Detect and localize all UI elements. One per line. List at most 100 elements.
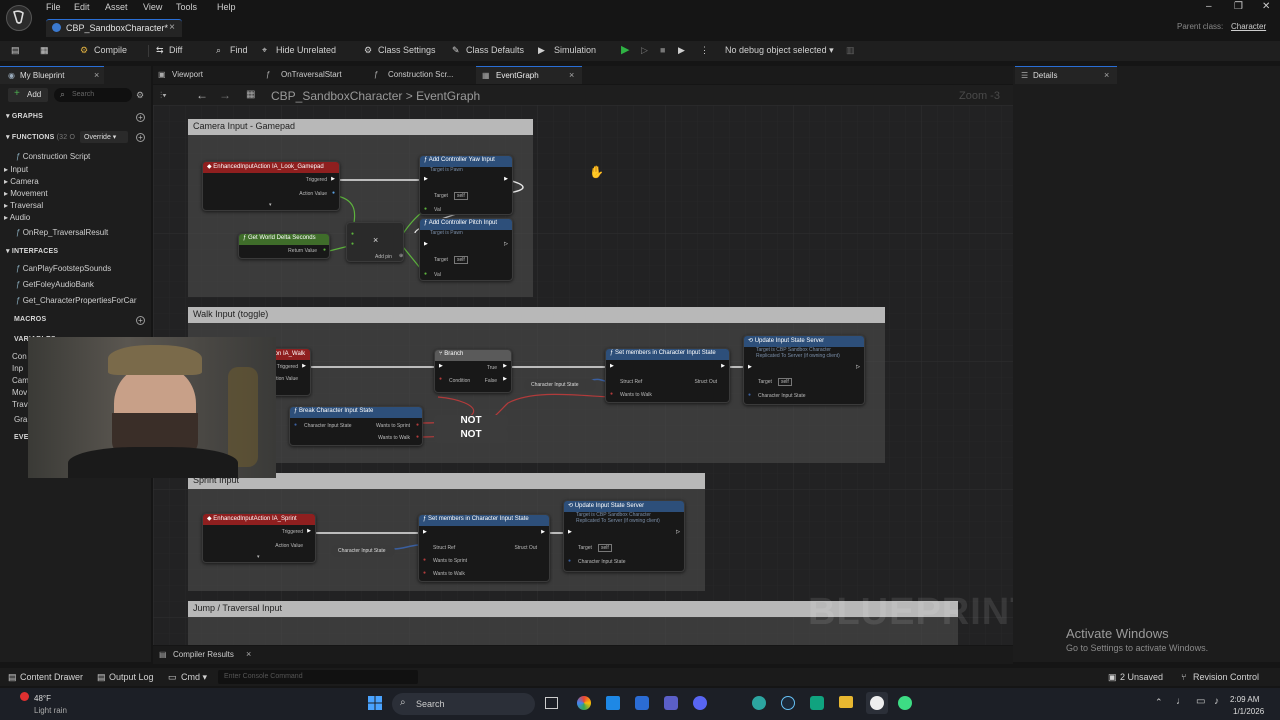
task-view-icon[interactable]: [545, 697, 558, 709]
menu-asset[interactable]: Asset: [103, 2, 130, 12]
store-icon[interactable]: [606, 696, 620, 710]
data-pin-icon[interactable]: ●: [424, 206, 427, 212]
minimize-icon[interactable]: –: [1206, 1, 1212, 12]
simulation-button[interactable]: Simulation: [554, 45, 596, 55]
exec-pin-icon[interactable]: ▶: [423, 529, 427, 535]
category-item[interactable]: ▸ Input: [4, 165, 155, 177]
add-button[interactable]: + Add: [8, 88, 48, 102]
mic-icon[interactable]: ♩: [1176, 696, 1186, 707]
exec-pin-icon[interactable]: ▶: [302, 363, 306, 369]
node-set-members-sprint[interactable]: ƒ Set members in Character Input State ▶…: [418, 514, 550, 582]
document-tab[interactable]: CBP_SandboxCharacter* ×: [46, 19, 182, 37]
node-update-input-state-walk[interactable]: ⟲ Update Input State Server Target is CB…: [743, 335, 865, 405]
unreal-logo-icon[interactable]: [6, 5, 32, 31]
add-macro-icon[interactable]: +: [136, 316, 145, 325]
tab-compiler-results[interactable]: Compiler Results: [173, 650, 234, 659]
expand-chevron-icon[interactable]: ▾: [269, 202, 272, 208]
exec-pin-icon[interactable]: ▶: [503, 363, 507, 369]
file-explorer-icon[interactable]: [839, 696, 853, 708]
class-defaults-button[interactable]: Class Defaults: [466, 45, 524, 55]
exec-pin-icon[interactable]: ▶: [439, 363, 443, 369]
exec-pin-icon[interactable]: ▶: [424, 176, 428, 182]
menu-window[interactable]: Help: [215, 2, 238, 12]
my-blueprint-tab[interactable]: ◉ My Blueprint ×: [0, 66, 104, 84]
diff-button[interactable]: Diff: [169, 45, 182, 55]
close-icon[interactable]: ×: [94, 70, 99, 80]
exec-pin-icon[interactable]: ▶: [748, 364, 752, 370]
chrome-icon[interactable]: [577, 696, 591, 710]
search-input[interactable]: ⌕ Search: [54, 88, 132, 102]
play-icon[interactable]: ▶: [621, 43, 629, 56]
pin-default-value[interactable]: self: [778, 378, 792, 386]
stop-icon[interactable]: ■: [660, 45, 665, 55]
pin-default-value[interactable]: self: [598, 544, 612, 552]
pin-default-value[interactable]: self: [454, 256, 468, 264]
menu-debug[interactable]: Tools: [174, 2, 199, 12]
compile-icon[interactable]: ⚙: [80, 45, 88, 56]
node-set-members-walk[interactable]: ƒ Set members in Character Input State ▶…: [605, 348, 730, 403]
close-icon[interactable]: ×: [169, 22, 175, 33]
exec-pin-icon[interactable]: ▷: [856, 364, 860, 370]
graph-options-icon[interactable]: ⫶▾: [160, 90, 167, 101]
data-pin-icon[interactable]: ●: [351, 231, 354, 237]
network-icon[interactable]: ▭: [1196, 696, 1205, 707]
parent-class-link[interactable]: Character: [1231, 22, 1266, 31]
back-arrow-icon[interactable]: ←: [196, 88, 208, 102]
save-icon[interactable]: ▤: [11, 45, 20, 56]
compile-button[interactable]: Compile: [94, 45, 127, 55]
hide-unrelated-button[interactable]: Hide Unrelated: [276, 45, 336, 55]
obs-icon[interactable]: [898, 696, 912, 710]
exec-pin-icon[interactable]: ▶: [504, 176, 508, 182]
menu-edit[interactable]: Edit: [72, 2, 92, 12]
content-drawer-icon[interactable]: ▤: [8, 672, 17, 683]
menu-view[interactable]: View: [141, 2, 164, 12]
class-settings-icon[interactable]: ⚙: [364, 45, 372, 56]
simulation-icon[interactable]: ▶: [538, 45, 545, 56]
console-command-input[interactable]: Enter Console Command: [218, 670, 418, 684]
discord-icon[interactable]: [693, 696, 707, 710]
bool-pin-icon[interactable]: ●: [439, 376, 442, 382]
tab-on-traversal-start[interactable]: OnTraversalStart: [281, 70, 342, 79]
find-button[interactable]: Find: [230, 45, 248, 55]
close-window-icon[interactable]: ✕: [1262, 1, 1270, 12]
taskbar-search-box[interactable]: ⌕ Search: [392, 693, 535, 715]
weather-desc[interactable]: Light rain: [34, 706, 67, 715]
override-dropdown[interactable]: Override ▾: [80, 131, 128, 143]
close-icon[interactable]: ×: [569, 70, 574, 80]
windows-start-icon[interactable]: [368, 696, 382, 710]
debug-object-select[interactable]: No debug object selected ▾: [725, 45, 834, 56]
node-add-controller-yaw[interactable]: ƒ Add Controller Yaw Input Target is Paw…: [419, 155, 513, 215]
tab-event-graph[interactable]: ▦ EventGraph ×: [476, 66, 582, 84]
content-drawer-button[interactable]: Content Drawer: [20, 672, 83, 682]
diff-icon[interactable]: ⇆: [156, 45, 164, 56]
clock-date[interactable]: 1/1/2026: [1233, 707, 1264, 716]
cmd-dropdown[interactable]: Cmd ▾: [181, 672, 207, 683]
exec-pin-icon[interactable]: ▶: [610, 363, 614, 369]
exec-pin-icon[interactable]: ▷: [676, 529, 680, 535]
forward-arrow-icon[interactable]: →: [219, 88, 231, 102]
function-item[interactable]: ƒ Construction Script: [16, 152, 167, 164]
pin-default-value[interactable]: self: [454, 192, 468, 200]
bool-pin-icon[interactable]: ●: [610, 391, 613, 397]
breadcrumb-root[interactable]: CBP_SandboxCharacter: [271, 89, 402, 103]
tab-viewport[interactable]: Viewport: [172, 70, 203, 79]
bool-pin-icon[interactable]: ●: [423, 557, 426, 563]
output-log-icon[interactable]: ▤: [97, 672, 106, 683]
weather-temp[interactable]: 48°F: [34, 694, 51, 703]
volume-icon[interactable]: ♪: [1214, 696, 1219, 707]
close-icon[interactable]: ×: [1104, 70, 1109, 80]
node-break-character-input-state[interactable]: ƒ Break Character Input State ● Characte…: [289, 406, 423, 446]
restore-icon[interactable]: ❐: [1234, 1, 1243, 12]
expand-chevron-icon[interactable]: ▾: [257, 554, 260, 560]
tab-construction-script[interactable]: Construction Scr...: [388, 70, 453, 79]
chatgpt-icon[interactable]: [810, 696, 824, 710]
graphs-section-header[interactable]: ▾ GRAPHS: [6, 112, 157, 124]
event-graph-canvas[interactable]: Camera Input - Gamepad Walk Input (toggl…: [153, 105, 1013, 645]
outlook-icon[interactable]: [635, 696, 649, 710]
struct-pin-icon[interactable]: ●: [748, 392, 751, 398]
eject-icon[interactable]: ▶: [678, 45, 685, 56]
add-function-icon[interactable]: +: [136, 133, 145, 142]
unreal-taskbar-icon[interactable]: [866, 692, 888, 714]
bool-pin-icon[interactable]: ●: [423, 570, 426, 576]
find-icon[interactable]: ⌕: [216, 45, 221, 56]
